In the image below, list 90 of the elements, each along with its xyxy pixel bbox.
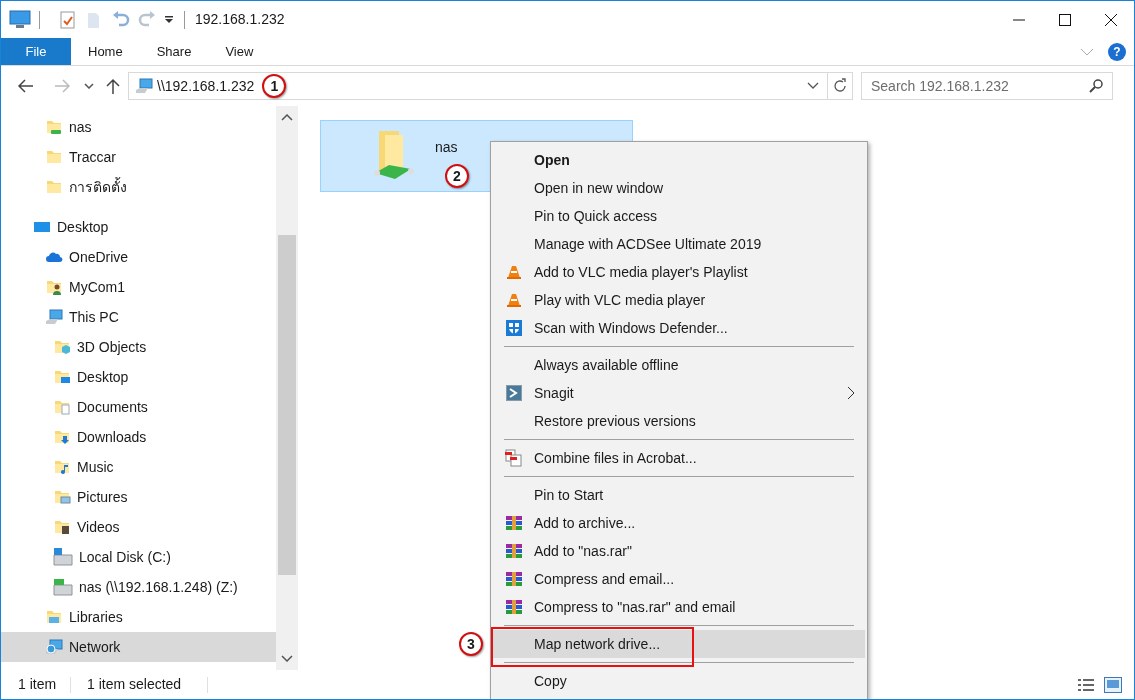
computer-icon[interactable] [9,9,31,30]
nav-item[interactable]: การติดตั้ง [1,172,276,202]
scroll-up-icon[interactable] [281,114,293,121]
libraries-icon [45,608,63,626]
up-arrow-icon[interactable] [106,78,120,94]
back-arrow-icon[interactable] [18,79,34,93]
chevron-down-icon[interactable] [84,83,94,89]
annotation-number: 3 [459,632,483,656]
archive-icon [505,543,522,559]
nav-item[interactable]: Local Disk (C:) [1,542,276,572]
video-folder-icon [53,518,71,536]
nav-item[interactable]: Libraries [1,602,276,632]
nav-item[interactable]: Network [1,632,276,662]
minimize-icon[interactable] [1013,18,1025,21]
address-bar[interactable]: \\192.168.1.232 1 [128,72,853,100]
menu-item[interactable]: Always available offline [493,351,865,379]
cube-folder-icon [53,338,71,356]
menu-item[interactable]: Snagit [493,379,865,407]
network-icon [45,638,63,656]
details-view-icon[interactable] [1078,677,1094,692]
archive-icon [505,571,522,587]
search-icon[interactable] [1089,79,1103,93]
large-icons-view-icon[interactable] [1104,676,1122,693]
nav-item[interactable]: 3D Objects [1,332,276,362]
nav-item[interactable]: Pictures [1,482,276,512]
menu-item[interactable]: Add to "nas.rar" [493,537,865,565]
window-title: 192.168.1.232 [195,10,285,29]
nav-item[interactable]: OneDrive [1,242,276,272]
menu-item[interactable]: Manage with ACDSee Ultimate 2019 [493,230,865,258]
search-field[interactable]: Search 192.168.1.232 [861,72,1113,100]
menu-item[interactable]: Compress and email... [493,565,865,593]
menu-item[interactable]: Play with VLC media player [493,286,865,314]
nav-item[interactable]: Downloads [1,422,276,452]
chevron-down-icon[interactable] [807,82,819,90]
menu-item[interactable]: Compress to "nas.rar" and email [493,593,865,621]
computer-icon [135,77,153,95]
network-folder-icon [45,118,63,136]
annotation-number: 2 [445,164,469,188]
picture-folder-icon [53,488,71,506]
nav-item[interactable]: Videos [1,512,276,542]
properties-icon[interactable] [60,10,76,29]
nav-item[interactable]: nas [1,112,276,142]
dropdown-icon[interactable] [164,14,174,25]
traffic-cone-icon [505,292,522,308]
ribbon-tab[interactable]: Share [139,38,209,65]
disk-drive-icon [53,548,73,566]
menu-item[interactable]: Pin to Quick access [493,202,865,230]
item-count: 1 item [18,675,58,694]
nav-item[interactable]: Documents [1,392,276,422]
archive-icon [505,515,522,531]
document-folder-icon [53,398,71,416]
help-button[interactable]: ? [1108,42,1126,61]
desktop-folder-icon [53,368,71,386]
computer-icon [45,308,63,326]
refresh-icon[interactable] [832,78,848,94]
music-folder-icon [53,458,71,476]
folder-name: nas [435,138,459,157]
menu-item[interactable]: Add to archive... [493,509,865,537]
snagit-icon [505,385,522,401]
nav-item[interactable]: Desktop [1,362,276,392]
archive-icon [505,599,522,615]
traffic-cone-icon [505,264,522,280]
nav-item[interactable]: MyCom1 [1,272,276,302]
menu-item[interactable]: Restore previous versions [493,407,865,435]
shield-icon [505,320,522,336]
menu-item[interactable]: Map network drive... [493,630,865,658]
nav-item[interactable]: This PC [1,302,276,332]
nav-item[interactable]: Desktop [1,212,276,242]
scrollbar[interactable] [276,106,298,670]
menu-item[interactable]: Combine files in Acrobat... [493,444,865,472]
menu-item[interactable]: Pin to Start [493,481,865,509]
scroll-down-icon[interactable] [281,655,293,662]
menu-item[interactable]: Add to VLC media player's Playlist [493,258,865,286]
download-folder-icon [53,428,71,446]
menu-item[interactable]: Copy [493,667,865,695]
file-tab[interactable]: File [1,38,71,65]
nav-item[interactable]: nas (\\192.168.1.248) (Z:) [1,572,276,602]
close-icon[interactable] [1105,13,1117,26]
nav-item[interactable]: Music [1,452,276,482]
ribbon-tab[interactable]: Home [71,38,140,65]
selection-count: 1 item selected [87,675,183,694]
menu-item[interactable]: Scan with Windows Defender... [493,314,865,342]
nav-item[interactable]: Traccar [1,142,276,172]
ribbon-tab[interactable]: View [208,38,271,65]
maximize-icon[interactable] [1059,13,1071,26]
annotation-number: 1 [262,74,287,98]
documents-icon [504,449,523,467]
network-drive-icon [53,578,73,596]
user-folder-icon [45,278,63,296]
address-text: \\192.168.1.232 [157,76,255,96]
